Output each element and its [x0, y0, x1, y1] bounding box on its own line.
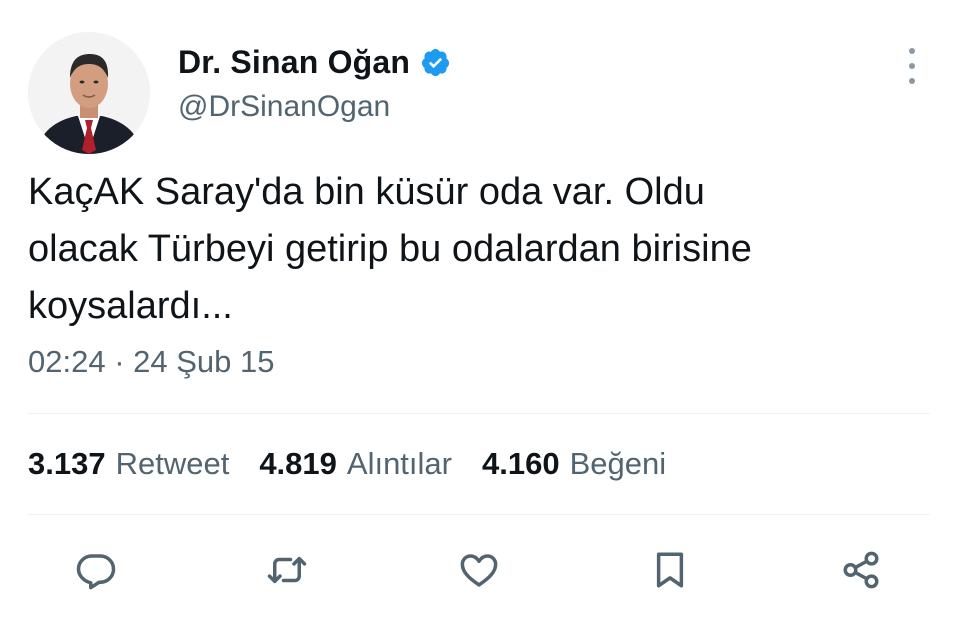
- tweet-text-line: koysalardı...: [28, 285, 233, 327]
- reply-icon: [76, 554, 116, 590]
- more-options-icon[interactable]: [898, 48, 926, 84]
- quote-count[interactable]: 4.819 Alıntılar: [259, 446, 452, 482]
- tweet-text-line: olacak Türbeyi getirip bu odalardan biri…: [28, 228, 752, 270]
- like-count[interactable]: 4.160 Beğeni: [482, 446, 666, 482]
- action-bar: [0, 546, 957, 594]
- more-dot: [909, 48, 915, 54]
- author-handle[interactable]: @DrSinanOgan: [178, 90, 390, 124]
- stat-value: 4.819: [259, 446, 337, 481]
- retweet-icon: [267, 556, 307, 584]
- like-icon: [460, 554, 498, 587]
- reply-button[interactable]: [72, 546, 120, 594]
- bookmark-button[interactable]: [646, 546, 694, 594]
- avatar[interactable]: [28, 32, 150, 154]
- verified-badge-icon[interactable]: [420, 47, 451, 78]
- retweet-button[interactable]: [263, 546, 311, 594]
- share-button[interactable]: [837, 546, 885, 594]
- more-dot: [909, 78, 915, 84]
- more-dot: [909, 63, 915, 69]
- stat-label: Alıntılar: [346, 446, 452, 481]
- stat-value: 4.160: [482, 446, 560, 481]
- bookmark-icon: [656, 552, 684, 588]
- stat-label: Beğeni: [569, 446, 667, 481]
- like-button[interactable]: [455, 546, 503, 594]
- author-name[interactable]: Dr. Sinan Oğan: [178, 44, 410, 81]
- tweet-timestamp[interactable]: 02:24 · 24 Şub 15: [28, 344, 274, 380]
- engagement-stats: 3.137 Retweet 4.819 Alıntılar 4.160 Beğe…: [28, 446, 696, 482]
- avatar-photo: [28, 32, 150, 154]
- author-name-row[interactable]: Dr. Sinan Oğan: [178, 44, 451, 81]
- share-icon: [843, 551, 879, 589]
- tweet-text: KaçAK Saray'da bin küsür oda var. Oldu o…: [28, 164, 928, 335]
- divider: [28, 413, 930, 414]
- tweet-text-line: KaçAK Saray'da bin küsür oda var. Oldu: [28, 171, 705, 213]
- stat-label: Retweet: [115, 446, 230, 481]
- retweet-count[interactable]: 3.137 Retweet: [28, 446, 229, 482]
- stat-value: 3.137: [28, 446, 106, 481]
- divider: [28, 514, 930, 515]
